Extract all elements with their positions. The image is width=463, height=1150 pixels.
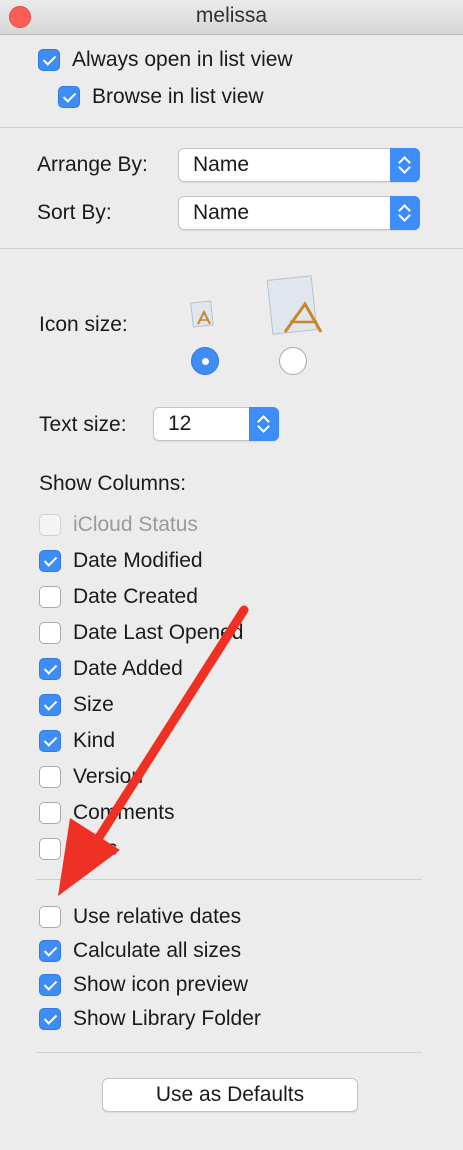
divider bbox=[0, 248, 463, 249]
column-label: Date Created bbox=[73, 585, 198, 608]
column-kind[interactable]: Kind bbox=[39, 729, 115, 753]
arrange-by-popup[interactable]: Name bbox=[178, 148, 420, 182]
column-icloud-status: iCloud Status bbox=[39, 513, 198, 537]
arrange-by-label: Arrange By: bbox=[37, 153, 148, 176]
text-size-label: Text size: bbox=[39, 413, 127, 436]
always-open-list-view-checkbox[interactable] bbox=[38, 49, 60, 71]
popup-arrows-icon bbox=[249, 407, 279, 441]
kind-checkbox[interactable] bbox=[39, 730, 61, 752]
browse-list-view-option[interactable]: Browse in list view bbox=[58, 85, 264, 109]
browse-list-view-checkbox[interactable] bbox=[58, 86, 80, 108]
icloud-status-checkbox bbox=[39, 514, 61, 536]
icon-size-small-radio[interactable] bbox=[191, 347, 219, 375]
calculate-all-sizes-checkbox[interactable] bbox=[39, 940, 61, 962]
column-label: Comments bbox=[73, 801, 175, 824]
option-label: Show Library Folder bbox=[73, 1007, 261, 1030]
popup-arrows-icon bbox=[390, 196, 420, 230]
option-label: Calculate all sizes bbox=[73, 939, 242, 962]
icon-size-large-radio[interactable] bbox=[279, 347, 307, 375]
column-label: Size bbox=[73, 693, 114, 716]
sort-by-popup[interactable]: Name bbox=[178, 196, 420, 230]
column-comments[interactable]: Comments bbox=[39, 801, 175, 825]
size-checkbox[interactable] bbox=[39, 694, 61, 716]
calculate-all-sizes-option[interactable]: Calculate all sizes bbox=[39, 939, 241, 963]
version-checkbox[interactable] bbox=[39, 766, 61, 788]
option-label: Show icon preview bbox=[73, 973, 249, 996]
divider bbox=[36, 879, 422, 880]
show-icon-preview-checkbox[interactable] bbox=[39, 974, 61, 996]
show-columns-heading: Show Columns: bbox=[39, 472, 187, 495]
column-tags[interactable]: Tags bbox=[39, 837, 117, 861]
title-bar: melissa bbox=[0, 0, 463, 35]
column-date-last-opened[interactable]: Date Last Opened bbox=[39, 621, 243, 645]
icon-size-label: Icon size: bbox=[39, 313, 128, 336]
sort-by-value: Name bbox=[193, 201, 250, 224]
column-date-added[interactable]: Date Added bbox=[39, 657, 183, 681]
divider bbox=[36, 1052, 422, 1053]
divider bbox=[0, 127, 463, 128]
sort-by-label: Sort By: bbox=[37, 201, 112, 224]
arrange-by-value: Name bbox=[193, 153, 250, 176]
text-size-value: 12 bbox=[168, 412, 192, 435]
column-label: Kind bbox=[73, 729, 116, 752]
date-modified-checkbox[interactable] bbox=[39, 550, 61, 572]
comments-checkbox[interactable] bbox=[39, 802, 61, 824]
popup-arrows-icon bbox=[390, 148, 420, 182]
column-label: iCloud Status bbox=[73, 513, 198, 536]
date-last-opened-checkbox[interactable] bbox=[39, 622, 61, 644]
column-label: Date Last Opened bbox=[73, 621, 244, 644]
window-title: melissa bbox=[195, 4, 268, 27]
option-label: Browse in list view bbox=[92, 85, 264, 108]
large-app-icon bbox=[266, 275, 323, 335]
option-label: Use relative dates bbox=[73, 905, 242, 928]
column-label: Date Added bbox=[73, 657, 183, 680]
column-size[interactable]: Size bbox=[39, 693, 114, 717]
option-label: Always open in list view bbox=[72, 48, 293, 71]
text-size-popup[interactable]: 12 bbox=[153, 407, 279, 441]
use-as-defaults-button[interactable]: Use as Defaults bbox=[102, 1078, 358, 1112]
use-relative-dates-option[interactable]: Use relative dates bbox=[39, 905, 241, 929]
column-label: Version bbox=[73, 765, 144, 788]
date-added-checkbox[interactable] bbox=[39, 658, 61, 680]
column-version[interactable]: Version bbox=[39, 765, 143, 789]
date-created-checkbox[interactable] bbox=[39, 586, 61, 608]
show-library-folder-option[interactable]: Show Library Folder bbox=[39, 1007, 261, 1031]
column-label: Date Modified bbox=[73, 549, 203, 572]
show-library-folder-checkbox[interactable] bbox=[39, 1008, 61, 1030]
column-date-created[interactable]: Date Created bbox=[39, 585, 198, 609]
small-app-icon bbox=[190, 300, 214, 328]
column-date-modified[interactable]: Date Modified bbox=[39, 549, 203, 573]
tags-checkbox[interactable] bbox=[39, 838, 61, 860]
column-label: Tags bbox=[73, 837, 118, 860]
show-icon-preview-option[interactable]: Show icon preview bbox=[39, 973, 248, 997]
use-relative-dates-checkbox[interactable] bbox=[39, 906, 61, 928]
always-open-list-view-option[interactable]: Always open in list view bbox=[38, 48, 293, 72]
